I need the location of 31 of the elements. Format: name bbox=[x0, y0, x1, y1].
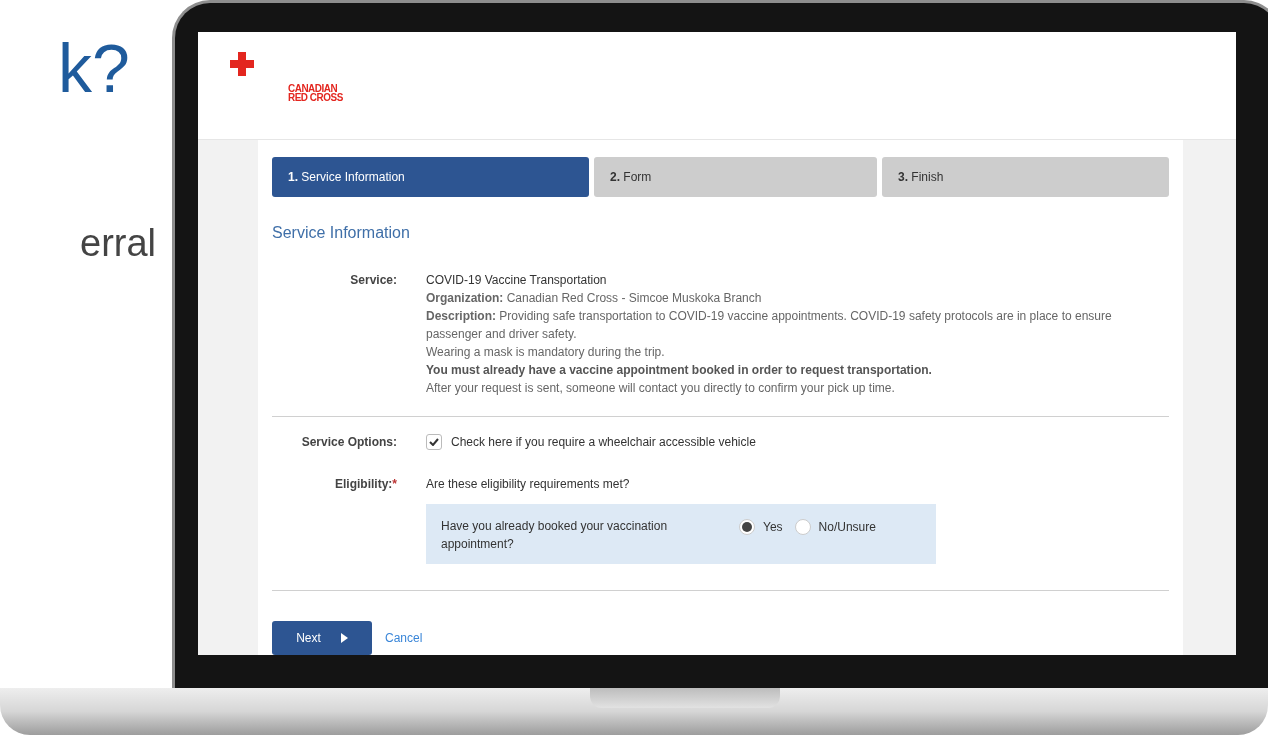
service-detail-text: Wearing a mask is mandatory during the trip. bbox=[426, 344, 666, 361]
radio-button[interactable] bbox=[739, 519, 755, 535]
question-text: Have you already booked your vaccination appointment? bbox=[441, 518, 669, 553]
radio-label: Yes bbox=[763, 519, 783, 536]
radio-label: No/Unsure bbox=[818, 519, 876, 536]
logo-text: RED CROSS bbox=[288, 93, 343, 102]
service-detail-text: COVID-19 Vaccine Transportation bbox=[426, 272, 608, 289]
radio-button[interactable] bbox=[794, 519, 811, 535]
service-detail-text: Organization: Canadian Red Cross - Simcoe Muskoka Branch bbox=[426, 290, 763, 307]
logo-text: CANADIAN bbox=[288, 84, 338, 93]
next-button[interactable]: Next bbox=[272, 621, 372, 655]
step-tab[interactable]: 3. Finish bbox=[882, 157, 1169, 197]
checkbox[interactable] bbox=[426, 434, 442, 450]
field-label: Service: bbox=[349, 272, 397, 289]
service-detail-text: Description: Providing safe transportation to COVID-19 vaccine appointments. COVID-19 safety protocols are in place to ensure passenger and driver safety. bbox=[426, 308, 1113, 343]
cancel-link[interactable]: Cancel bbox=[385, 629, 423, 647]
section-title: Service Information bbox=[272, 223, 411, 243]
checkbox-label: Check here if you require a wheelchair accessible vehicle bbox=[451, 434, 756, 451]
service-detail-text: You must already have a vaccine appointment booked in order to request transportation. bbox=[426, 362, 933, 379]
service-detail-text: After your request is sent, someone will contact you directly to confirm your pick up time. bbox=[426, 380, 896, 397]
text-fragment: erral bbox=[80, 224, 158, 262]
field-label: Service Options: bbox=[300, 434, 397, 451]
step-tab[interactable]: 1. Service Information bbox=[272, 157, 589, 197]
cross-icon bbox=[230, 52, 254, 76]
required-mark: * bbox=[392, 476, 397, 493]
eligibility-prompt: Are these eligibility requirements met? bbox=[426, 476, 631, 493]
play-icon bbox=[340, 633, 348, 643]
heading-fragment: k? bbox=[58, 34, 131, 102]
step-tab[interactable]: 2. Form bbox=[594, 157, 877, 197]
field-label: Eligibility: bbox=[335, 476, 393, 493]
checkmark-icon bbox=[429, 438, 439, 446]
